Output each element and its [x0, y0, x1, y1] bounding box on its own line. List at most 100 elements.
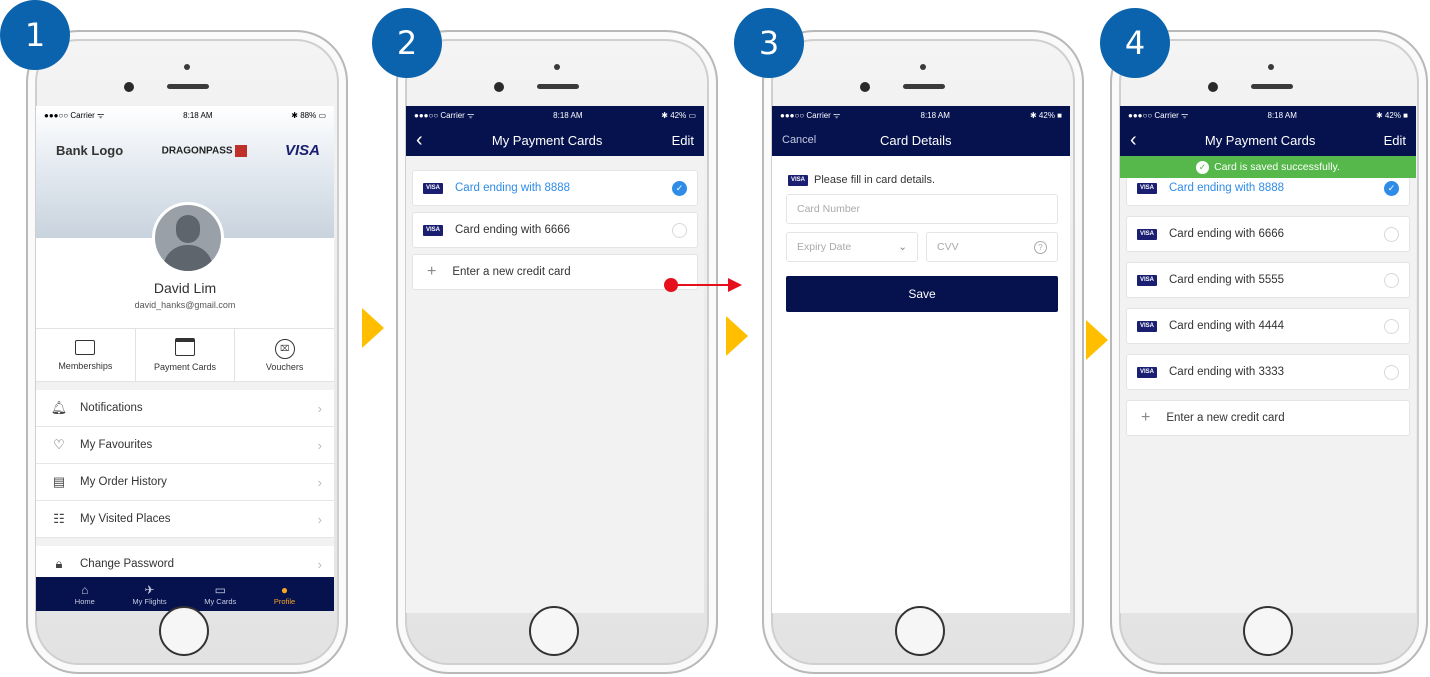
avatar[interactable]: [152, 202, 224, 274]
success-toast: ✓ Card is saved successfully.: [1120, 156, 1416, 178]
voucher-icon: ⌧: [274, 338, 295, 359]
menu-order-history[interactable]: ▤ My Order History ›: [36, 464, 334, 501]
phone-profile: ●●●○○ Carrier ᯤ 8:18 AM ✱ 88% ▭ Bank Logo …: [26, 30, 348, 674]
card-number-input[interactable]: Card Number: [786, 194, 1058, 224]
credit-card-icon: [175, 338, 195, 356]
visa-icon: VISA: [423, 182, 443, 194]
edit-button[interactable]: Edit: [672, 133, 694, 148]
visa-icon: VISA: [1137, 320, 1157, 332]
memberships-button[interactable]: Memberships: [36, 329, 136, 381]
profile-icon: ●: [280, 582, 289, 597]
home-button[interactable]: [159, 606, 209, 656]
visa-icon: VISA: [1137, 274, 1157, 286]
cancel-button[interactable]: Cancel: [782, 134, 862, 146]
card-icon: ▭: [214, 582, 226, 597]
tab-my-flights[interactable]: ✈ My Flights: [132, 583, 166, 606]
location-list-icon: ☷: [53, 511, 65, 526]
visa-icon: VISA: [1137, 228, 1157, 240]
add-card-button[interactable]: + Enter a new credit card: [412, 254, 698, 290]
phone-card-details: ●●●○○ Carrier ᯤ 8:18 AM ✱ 42% ■ Cancel Car…: [762, 30, 1084, 674]
chevron-right-icon: ›: [317, 511, 322, 527]
menu-visited-places[interactable]: ☷ My Visited Places ›: [36, 501, 334, 538]
payment-cards-button[interactable]: Payment Cards: [136, 329, 236, 381]
add-card-button[interactable]: + Enter a new credit card: [1126, 400, 1410, 436]
home-button[interactable]: [1243, 606, 1293, 656]
form-hint: VISA Please fill in card details.: [772, 156, 1070, 186]
profile-screen: ●●●○○ Carrier ᯤ 8:18 AM ✱ 88% ▭ Bank Logo …: [36, 106, 334, 611]
card-details-screen: ●●●○○ Carrier ᯤ 8:18 AM ✱ 42% ■ Cancel Car…: [772, 106, 1070, 613]
help-icon[interactable]: ?: [1034, 240, 1047, 254]
flow-arrow-3: [1086, 320, 1108, 360]
heart-icon: ♡: [53, 437, 65, 452]
chevron-right-icon: ›: [317, 556, 322, 572]
dragonpass-logo: DRAGONPASS: [162, 144, 247, 157]
edit-button[interactable]: Edit: [1384, 133, 1406, 148]
menu-favourites[interactable]: ♡ My Favourites ›: [36, 427, 334, 464]
quick-actions: Memberships Payment Cards ⌧ Vouchers: [36, 328, 334, 382]
expiry-date-select[interactable]: Expiry Date ⌄: [786, 232, 918, 262]
radio-icon[interactable]: [1384, 226, 1399, 242]
user-email: david_hanks@gmail.com: [134, 300, 236, 310]
plane-icon: ✈: [144, 582, 155, 597]
card-item-8888[interactable]: VISA Card ending with 8888 ✓: [412, 170, 698, 206]
clipboard-icon: ▤: [52, 474, 66, 489]
bell-icon: 🔔︎: [50, 400, 68, 415]
visa-icon: VISA: [1137, 182, 1157, 194]
tab-my-cards[interactable]: ▭ My Cards: [204, 583, 236, 606]
flow-arrow-1: [362, 308, 384, 348]
tab-home[interactable]: ⌂ Home: [75, 583, 95, 606]
vouchers-button[interactable]: ⌧ Vouchers: [235, 329, 334, 381]
page-title: My Payment Cards: [1204, 132, 1316, 148]
phone-payment-cards: ●●●○○ Carrier ᯤ 8:18 AM ✱ 42% ▭ ‹ My Payme…: [396, 30, 718, 674]
card-item-3333[interactable]: VISA Card ending with 3333: [1126, 354, 1410, 390]
home-button[interactable]: [529, 606, 579, 656]
back-chevron-icon[interactable]: ‹: [416, 130, 423, 150]
card-item-6666[interactable]: VISA Card ending with 6666: [412, 212, 698, 248]
menu-notifications[interactable]: 🔔︎ Notifications ›: [36, 390, 334, 427]
card-item-4444[interactable]: VISA Card ending with 4444: [1126, 308, 1410, 344]
phone-cards-saved: ●●●○○ Carrier ᯤ 8:18 AM ✱ 42% ■ ‹ My Payme…: [1110, 30, 1428, 674]
radio-icon[interactable]: [672, 222, 687, 238]
visa-icon: VISA: [788, 174, 808, 186]
checkmark-icon[interactable]: ✓: [1384, 180, 1399, 196]
membership-card-icon: [75, 339, 96, 355]
nav-bar: ‹ My Payment Cards Edit: [1120, 124, 1416, 156]
page-title: Card Details: [880, 132, 952, 148]
checkmark-icon[interactable]: ✓: [672, 180, 687, 196]
back-chevron-icon[interactable]: ‹: [1130, 130, 1137, 150]
user-name: David Lim: [153, 280, 217, 296]
radio-icon[interactable]: [1384, 272, 1399, 288]
payment-cards-screen: ●●●○○ Carrier ᯤ 8:18 AM ✱ 42% ▭ ‹ My Payme…: [406, 106, 704, 613]
visa-logo: VISA: [284, 142, 320, 159]
chevron-down-icon: ⌄: [898, 241, 907, 253]
status-bar: ●●●○○ Carrier ᯤ 8:18 AM ✱ 88% ▭: [44, 110, 326, 120]
nav-bar: Cancel Card Details: [772, 124, 1070, 156]
profile-info: David Lim david_hanks@gmail.com: [36, 202, 334, 328]
status-bar: ●●●○○ Carrier ᯤ 8:18 AM ✱ 42% ■: [1128, 110, 1408, 120]
page-title: My Payment Cards: [491, 132, 603, 148]
flow-arrow-2: [726, 316, 748, 356]
radio-icon[interactable]: [1384, 364, 1399, 380]
radio-icon[interactable]: [1384, 318, 1399, 334]
tap-indicator-line: [674, 284, 730, 286]
plus-icon: +: [427, 263, 437, 280]
visa-icon: VISA: [423, 224, 443, 236]
check-circle-icon: ✓: [1196, 160, 1210, 174]
card-item-6666[interactable]: VISA Card ending with 6666: [1126, 216, 1410, 252]
chevron-right-icon: ›: [317, 437, 322, 453]
home-button[interactable]: [895, 606, 945, 656]
chevron-right-icon: ›: [317, 474, 322, 490]
tap-indicator-arrowhead: [728, 278, 742, 292]
home-icon: ⌂: [81, 582, 89, 597]
cvv-input[interactable]: CVV?: [926, 232, 1058, 262]
tab-profile[interactable]: ● Profile: [274, 583, 295, 606]
card-item-5555[interactable]: VISA Card ending with 5555: [1126, 262, 1410, 298]
nav-bar: ‹ My Payment Cards Edit: [406, 124, 704, 156]
step-badge-4: 4: [1100, 8, 1170, 78]
lock-icon: 🔒︎: [55, 556, 63, 571]
step-badge-1: 1: [0, 0, 70, 70]
cards-saved-screen: ●●●○○ Carrier ᯤ 8:18 AM ✱ 42% ■ ‹ My Payme…: [1120, 106, 1416, 613]
save-button[interactable]: Save: [786, 276, 1058, 312]
bank-logo: Bank Logo: [56, 143, 124, 158]
step-badge-2: 2: [372, 8, 442, 78]
